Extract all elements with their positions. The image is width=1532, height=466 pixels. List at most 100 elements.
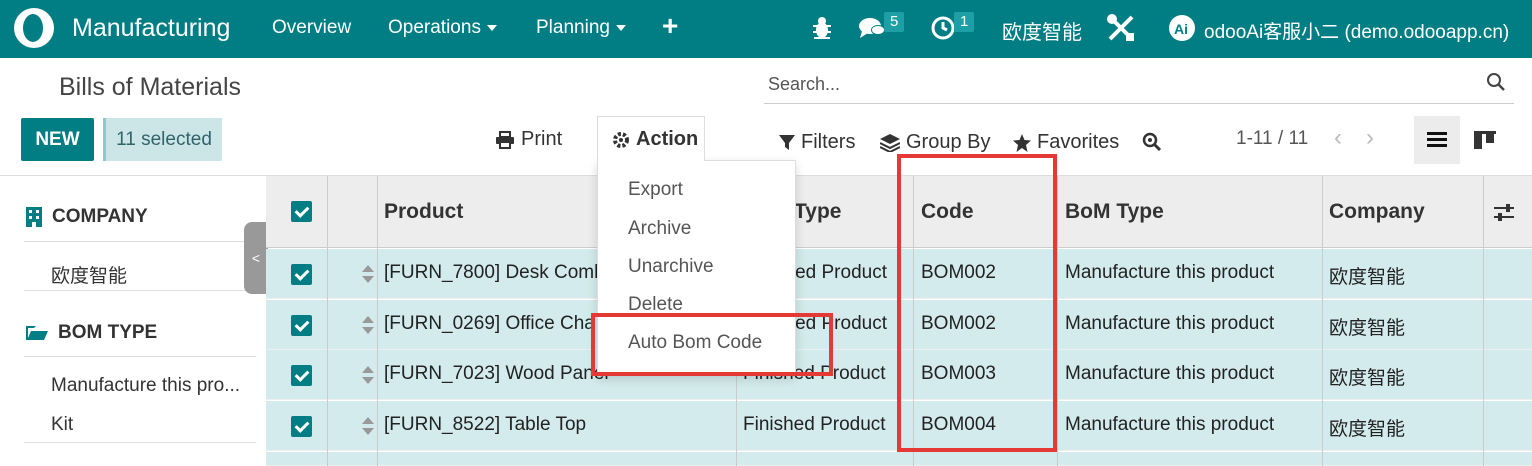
top-navbar: Manufacturing Overview Operations Planni… bbox=[0, 0, 1532, 58]
drag-handle-icon[interactable] bbox=[362, 265, 374, 283]
menu-item-auto-bom-code[interactable]: Auto Bom Code bbox=[628, 332, 762, 354]
print-label: Print bbox=[521, 128, 563, 150]
pager-next-icon[interactable]: › bbox=[1366, 124, 1374, 152]
menu-operations[interactable]: Operations bbox=[388, 17, 497, 39]
table-row[interactable]: [FURN_7023] Wood Panel Finished Product … bbox=[266, 350, 1532, 400]
drag-handle-icon[interactable] bbox=[362, 316, 374, 334]
app-logo-icon[interactable] bbox=[14, 8, 54, 48]
column-type[interactable]: Type bbox=[794, 200, 841, 224]
favorites-button[interactable]: Favorites bbox=[1013, 131, 1119, 154]
row-checkbox[interactable] bbox=[291, 315, 312, 336]
column-divider bbox=[327, 176, 328, 466]
caret-down-icon bbox=[486, 24, 497, 31]
table-row[interactable] bbox=[266, 452, 1532, 466]
layers-icon bbox=[880, 133, 900, 152]
table-row[interactable]: [FURN_8522] Table Top Finished Product B… bbox=[266, 401, 1532, 451]
activities-badge: 1 bbox=[954, 12, 975, 32]
divider bbox=[24, 442, 256, 443]
company-heading-label: COMPANY bbox=[52, 206, 148, 227]
cell-type: Finished Product bbox=[743, 414, 886, 435]
filter-icon bbox=[779, 134, 795, 150]
row-checkbox[interactable] bbox=[291, 365, 312, 386]
column-divider bbox=[1057, 176, 1058, 466]
column-divider bbox=[377, 176, 378, 466]
groupby-button[interactable]: Group By bbox=[880, 131, 990, 154]
menu-overview[interactable]: Overview bbox=[272, 17, 351, 39]
cell-bom-type: Manufacture this product bbox=[1065, 262, 1275, 283]
svg-text:Ai: Ai bbox=[1174, 21, 1188, 37]
cell-product: [FURN_8522] Table Top bbox=[384, 414, 587, 435]
row-checkbox[interactable] bbox=[291, 264, 312, 285]
drag-handle-icon[interactable] bbox=[362, 417, 374, 435]
search-input[interactable] bbox=[768, 74, 1458, 95]
kanban-icon bbox=[1474, 131, 1496, 149]
plus-icon[interactable]: + bbox=[662, 10, 678, 42]
cell-company: 欧度智能 bbox=[1329, 318, 1406, 339]
tools-icon[interactable] bbox=[1106, 13, 1136, 43]
print-button[interactable]: Print bbox=[495, 128, 562, 151]
table-row[interactable]: [FURN_0269] Office Cha ished Product BOM… bbox=[266, 300, 1532, 350]
company-switcher[interactable]: 欧度智能 bbox=[1002, 16, 1082, 45]
column-bom-type[interactable]: BoM Type bbox=[1065, 200, 1164, 224]
menu-planning[interactable]: Planning bbox=[536, 17, 626, 39]
search-panel-icon[interactable] bbox=[1142, 132, 1162, 152]
divider bbox=[24, 241, 256, 242]
new-button[interactable]: NEW bbox=[21, 118, 94, 161]
search-panel-sidebar: COMPANY 欧度智能 BOM TYPE Manufacture this p… bbox=[0, 176, 266, 466]
cell-product: [FURN_7800] Desk Comb bbox=[384, 262, 605, 283]
chat-icon[interactable] bbox=[858, 16, 886, 40]
bug-icon[interactable] bbox=[811, 16, 833, 40]
column-product[interactable]: Product bbox=[384, 200, 463, 224]
pager-prev-icon[interactable]: ‹ bbox=[1334, 124, 1342, 152]
row-checkbox[interactable] bbox=[291, 416, 312, 437]
menu-operations-label: Operations bbox=[388, 17, 481, 38]
list-view-button[interactable] bbox=[1414, 116, 1460, 164]
company-heading: COMPANY bbox=[26, 206, 148, 228]
table-row[interactable]: [FURN_7800] Desk Comb ished Product BOM0… bbox=[266, 249, 1532, 299]
cell-code: BOM003 bbox=[921, 363, 996, 384]
filters-button[interactable]: Filters bbox=[779, 131, 855, 154]
filters-label: Filters bbox=[801, 131, 856, 153]
optional-columns-icon[interactable] bbox=[1494, 204, 1514, 222]
avatar[interactable]: Ai bbox=[1168, 14, 1196, 42]
user-menu[interactable]: odooAi客服小二 (demo.odooapp.cn) bbox=[1204, 17, 1509, 44]
collapse-sidebar-button[interactable]: < bbox=[244, 222, 268, 294]
column-code[interactable]: Code bbox=[921, 200, 974, 224]
favorites-label: Favorites bbox=[1037, 131, 1120, 153]
gear-icon bbox=[613, 131, 629, 148]
groupby-label: Group By bbox=[906, 131, 991, 153]
menu-item-archive[interactable]: Archive bbox=[628, 218, 691, 240]
action-button-inner: Action bbox=[612, 128, 698, 151]
messages-badge: 5 bbox=[884, 12, 905, 32]
building-icon bbox=[26, 207, 42, 227]
column-divider bbox=[1483, 176, 1484, 466]
cell-code: BOM002 bbox=[921, 262, 996, 283]
column-divider bbox=[1322, 176, 1323, 466]
drag-handle-icon[interactable] bbox=[362, 366, 374, 384]
selected-count-badge[interactable]: 11 selected bbox=[103, 118, 222, 161]
table-header: Product Type Code BoM Type Company bbox=[266, 176, 1532, 248]
pager-value[interactable]: 1-11 / 11 bbox=[1236, 128, 1308, 150]
search-icon[interactable] bbox=[1486, 72, 1506, 92]
action-button[interactable]: Action bbox=[597, 116, 705, 161]
kanban-view-button[interactable] bbox=[1462, 116, 1508, 164]
menu-planning-label: Planning bbox=[536, 17, 610, 38]
menu-item-unarchive[interactable]: Unarchive bbox=[628, 256, 714, 278]
clock-icon[interactable] bbox=[930, 15, 956, 41]
sidebar-item-kit[interactable]: Kit bbox=[51, 414, 73, 436]
cell-product: [FURN_7023] Wood Panel bbox=[384, 363, 609, 384]
bom-list-table: Product Type Code BoM Type Company [FURN… bbox=[266, 176, 1532, 466]
sidebar-item-company[interactable]: 欧度智能 bbox=[51, 261, 127, 288]
folder-open-icon bbox=[26, 326, 48, 340]
page-title[interactable]: Bills of Materials bbox=[59, 73, 241, 102]
select-all-checkbox[interactable] bbox=[291, 201, 312, 222]
action-label: Action bbox=[636, 128, 699, 150]
action-dropdown-menu: Export Archive Unarchive Delete Auto Bom… bbox=[597, 160, 796, 375]
menu-item-delete[interactable]: Delete bbox=[628, 294, 683, 316]
cell-bom-type: Manufacture this product bbox=[1065, 414, 1275, 435]
sidebar-item-manufacture[interactable]: Manufacture this pro... bbox=[51, 375, 240, 397]
app-title[interactable]: Manufacturing bbox=[72, 14, 230, 43]
print-icon bbox=[496, 130, 514, 149]
column-company[interactable]: Company bbox=[1329, 200, 1425, 224]
menu-item-export[interactable]: Export bbox=[628, 179, 683, 201]
